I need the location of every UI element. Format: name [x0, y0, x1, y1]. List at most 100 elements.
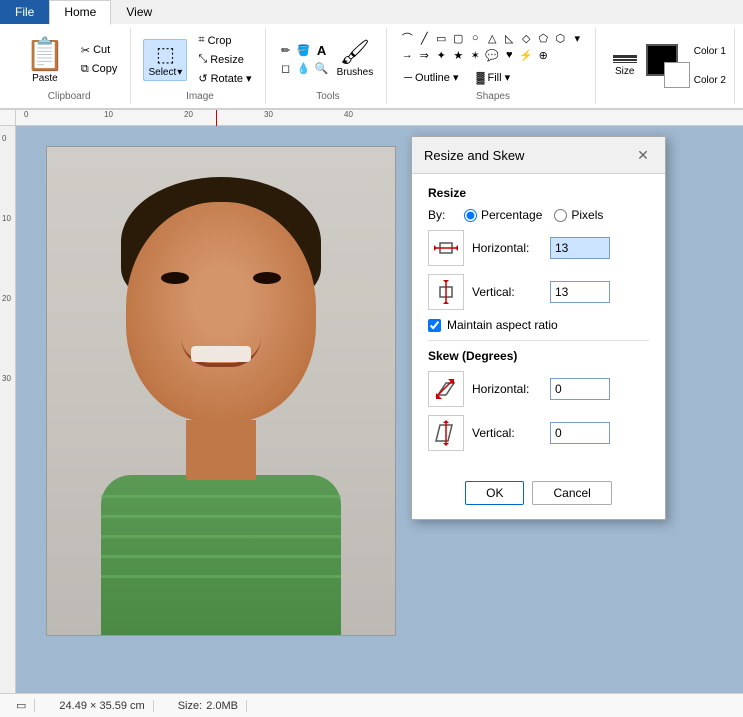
cancel-button[interactable]: Cancel	[532, 481, 611, 505]
copy-button[interactable]: ⧉ Copy	[76, 61, 123, 78]
shape-star5[interactable]: ★	[450, 47, 466, 63]
percentage-radio[interactable]	[464, 209, 477, 222]
resize-icon: ⤡	[198, 53, 207, 66]
outline-icon: ─	[404, 72, 412, 84]
pencil-tool[interactable]: ✏	[278, 43, 294, 59]
shape-flash[interactable]: ⚡	[518, 47, 534, 63]
resize-button[interactable]: ⤡ Resize	[193, 51, 256, 68]
tab-view[interactable]: View	[111, 0, 167, 24]
ok-button[interactable]: OK	[465, 481, 524, 505]
dimensions-text: 24.49 × 35.59 cm	[59, 700, 144, 712]
ribbon: File Home View 📋 Paste ✂ Cut	[0, 0, 743, 110]
vertical-resize-label: Vertical:	[472, 285, 542, 299]
shape-line[interactable]: ╱	[416, 30, 432, 46]
vertical-resize-icon-box	[428, 274, 464, 310]
ribbon-group-shapes: ⌒ ╱ ▭ ▢ ○ △ ◺ ◇ ⬠ ⬡ ▾ → ⇒ ✦ ★ ✶	[391, 28, 596, 104]
select-icon: ⬚	[156, 42, 175, 67]
select-button[interactable]: ⬚ Select ▾	[143, 39, 187, 81]
dialog-close-button[interactable]: ✕	[633, 145, 653, 165]
paste-button[interactable]: 📋 Paste	[16, 30, 74, 89]
horizontal-resize-label: Horizontal:	[472, 241, 542, 255]
rotate-dropdown-icon: ▾	[246, 72, 252, 85]
tab-home[interactable]: Home	[49, 0, 111, 25]
paste-icon: 📋	[25, 35, 65, 73]
ruler-vertical: 0 10 20 30	[0, 126, 16, 693]
status-dimensions: 24.49 × 35.59 cm	[51, 700, 153, 712]
shape-round-rect[interactable]: ▢	[450, 30, 466, 46]
vertical-skew-input[interactable]	[550, 422, 610, 444]
shape-right-tri[interactable]: ◺	[501, 30, 517, 46]
skew-section-label: Skew (Degrees)	[428, 349, 649, 363]
resize-section-label: Resize	[428, 186, 649, 200]
rotate-icon: ↺	[198, 72, 207, 85]
fill-icon: ▓	[476, 72, 484, 84]
horizontal-skew-row: Horizontal:	[428, 371, 649, 407]
ruler-horizontal: 0 10 20 30 40	[0, 110, 743, 126]
horizontal-skew-input[interactable]	[550, 378, 610, 400]
shape-diamond[interactable]: ◇	[518, 30, 534, 46]
photo-image	[46, 146, 396, 636]
fill-button[interactable]: ▓ Fill ▾	[471, 69, 515, 86]
copy-icon: ⧉	[81, 63, 89, 76]
shape-arrow[interactable]: →	[399, 47, 415, 63]
ribbon-group-tools: ✏ 🪣 A ◻ 💧 🔍 🖌 Brushes Tools	[270, 28, 388, 104]
shape-rect[interactable]: ▭	[433, 30, 449, 46]
horizontal-resize-icon	[432, 234, 460, 262]
vertical-resize-input[interactable]	[550, 281, 610, 303]
resize-type-radios: Percentage Pixels	[464, 208, 624, 222]
crop-icon: ⌗	[198, 34, 204, 47]
horizontal-resize-icon-box	[428, 230, 464, 266]
rotate-button[interactable]: ↺ Rotate ▾	[193, 70, 256, 87]
size-value: 2.0MB	[206, 700, 238, 712]
shape-more[interactable]: ▾	[569, 30, 585, 46]
status-bar: ▭ 24.49 × 35.59 cm Size: 2.0MB	[0, 693, 743, 717]
tab-bar: File Home View	[0, 0, 743, 24]
vertical-skew-row: Vertical:	[428, 415, 649, 451]
shape-misc[interactable]: ⊕	[535, 47, 551, 63]
main-area: 0 10 20 30	[0, 126, 743, 693]
vertical-resize-icon	[432, 278, 460, 306]
horizontal-resize-input[interactable]	[550, 237, 610, 259]
text-tool[interactable]: A	[314, 43, 330, 59]
size-line-thick	[613, 55, 637, 58]
brushes-button[interactable]: 🖌 Brushes	[332, 38, 379, 81]
cut-button[interactable]: ✂ Cut	[76, 42, 123, 59]
fill-tool[interactable]: 🪣	[296, 43, 312, 59]
brush-icon: 🖌	[340, 41, 370, 65]
shape-star6[interactable]: ✶	[467, 47, 483, 63]
shape-pentagon[interactable]: ⬠	[535, 30, 551, 46]
shape-arrow2[interactable]: ⇒	[416, 47, 432, 63]
dialog-body: Resize By: Percentage Pixels	[412, 174, 665, 471]
maintain-aspect-label[interactable]: Maintain aspect ratio	[447, 318, 558, 332]
horizontal-skew-label: Horizontal:	[472, 382, 542, 396]
vertical-resize-row: Vertical:	[428, 274, 649, 310]
canvas-area[interactable]: Resize and Skew ✕ Resize By: Percentage	[16, 126, 743, 693]
ribbon-group-clipboard: 📋 Paste ✂ Cut ⧉ Copy Clipboard	[8, 28, 131, 104]
color-picker[interactable]	[646, 44, 690, 88]
shape-ellipse[interactable]: ○	[467, 30, 483, 46]
size-button[interactable]: Size	[608, 50, 642, 82]
color2-swatch[interactable]	[664, 62, 690, 88]
selection-icon: ▭	[16, 699, 26, 712]
pixels-radio-label[interactable]: Pixels	[554, 208, 624, 222]
vertical-skew-icon	[432, 419, 460, 447]
eyedropper-tool[interactable]: 💧	[296, 61, 312, 77]
section-divider	[428, 340, 649, 341]
outline-button[interactable]: ─ Outline ▾	[399, 69, 463, 86]
percentage-radio-label[interactable]: Percentage	[464, 208, 542, 222]
eraser-tool[interactable]: ◻	[278, 61, 294, 77]
magnify-tool[interactable]: 🔍	[314, 61, 330, 77]
shape-hexagon[interactable]: ⬡	[552, 30, 568, 46]
size-line-thin	[613, 62, 637, 63]
shape-heart[interactable]: ♥	[501, 47, 517, 63]
maintain-aspect-checkbox[interactable]	[428, 319, 441, 332]
tab-file[interactable]: File	[0, 0, 49, 24]
shape-triangle[interactable]: △	[484, 30, 500, 46]
shape-curve[interactable]: ⌒	[399, 30, 415, 46]
ribbon-toolbar: 📋 Paste ✂ Cut ⧉ Copy Clipboard	[0, 24, 743, 109]
shape-speech[interactable]: 💬	[484, 47, 500, 63]
pixels-radio[interactable]	[554, 209, 567, 222]
crop-button[interactable]: ⌗ Crop	[193, 32, 256, 49]
shapes-panel: ⌒ ╱ ▭ ▢ ○ △ ◺ ◇ ⬠ ⬡ ▾ → ⇒ ✦ ★ ✶	[399, 30, 587, 63]
shape-star4[interactable]: ✦	[433, 47, 449, 63]
